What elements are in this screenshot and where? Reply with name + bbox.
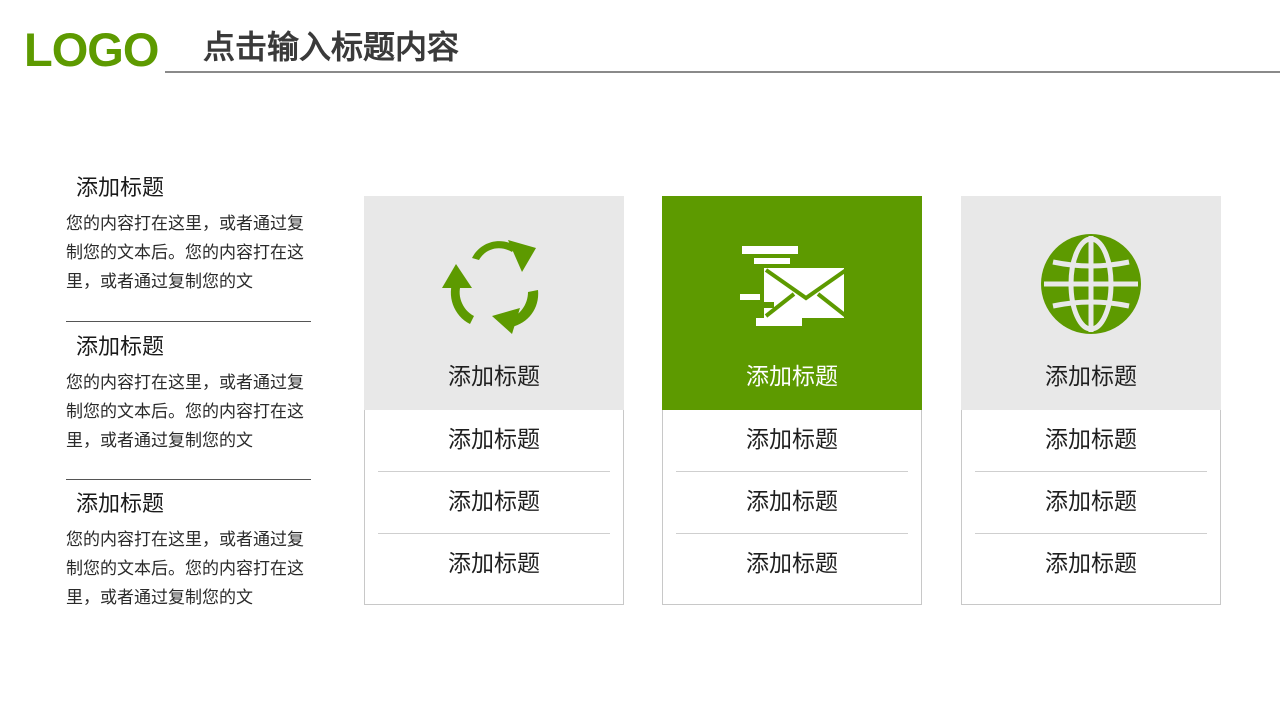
list-item[interactable]: 添加标题 (676, 472, 908, 534)
globe-icon (1041, 234, 1141, 334)
card-title: 添加标题 (746, 364, 838, 390)
side-section-2: 添加标题 您的内容打在这里，或者通过复制您的文本后。您的内容打在这里，或者通过复… (66, 333, 312, 456)
card-list: 添加标题 添加标题 添加标题 (961, 410, 1221, 605)
card-list: 添加标题 添加标题 添加标题 (662, 410, 922, 605)
side-section-title[interactable]: 添加标题 (66, 174, 312, 204)
card-title: 添加标题 (1045, 364, 1137, 390)
side-section-body[interactable]: 您的内容打在这里，或者通过复制您的文本后。您的内容打在这里，或者通过复制您的文 (66, 210, 312, 297)
list-item[interactable]: 添加标题 (676, 534, 908, 595)
card-header[interactable]: 添加标题 (961, 196, 1221, 410)
list-item[interactable]: 添加标题 (975, 534, 1207, 595)
logo: LOGO (24, 23, 159, 76)
list-item[interactable]: 添加标题 (378, 534, 610, 595)
recycle-icon (442, 240, 539, 334)
list-item[interactable]: 添加标题 (975, 472, 1207, 534)
side-divider (66, 479, 311, 480)
page-title[interactable]: 点击输入标题内容 (203, 26, 459, 68)
card-header[interactable]: 添加标题 (662, 196, 922, 410)
list-item[interactable]: 添加标题 (975, 410, 1207, 472)
list-item[interactable]: 添加标题 (378, 410, 610, 472)
side-section-title[interactable]: 添加标题 (66, 333, 312, 363)
list-item[interactable]: 添加标题 (676, 410, 908, 472)
side-section-body[interactable]: 您的内容打在这里，或者通过复制您的文本后。您的内容打在这里，或者通过复制您的文 (66, 526, 312, 613)
side-section-3: 添加标题 您的内容打在这里，或者通过复制您的文本后。您的内容打在这里，或者通过复… (66, 490, 312, 613)
card-globe: 添加标题 添加标题 添加标题 添加标题 (961, 196, 1221, 605)
side-section-body[interactable]: 您的内容打在这里，或者通过复制您的文本后。您的内容打在这里，或者通过复制您的文 (66, 369, 312, 456)
header-divider (165, 71, 1280, 73)
side-section-title[interactable]: 添加标题 (66, 490, 312, 520)
side-section-1: 添加标题 您的内容打在这里，或者通过复制您的文本后。您的内容打在这里，或者通过复… (66, 174, 312, 297)
card-title: 添加标题 (448, 364, 540, 390)
card-recycle: 添加标题 添加标题 添加标题 添加标题 (364, 196, 624, 605)
card-list: 添加标题 添加标题 添加标题 (364, 410, 624, 605)
list-item[interactable]: 添加标题 (378, 472, 610, 534)
side-divider (66, 321, 311, 322)
mail-icon (740, 246, 844, 326)
card-header[interactable]: 添加标题 (364, 196, 624, 410)
card-mail: 添加标题 添加标题 添加标题 添加标题 (662, 196, 922, 605)
